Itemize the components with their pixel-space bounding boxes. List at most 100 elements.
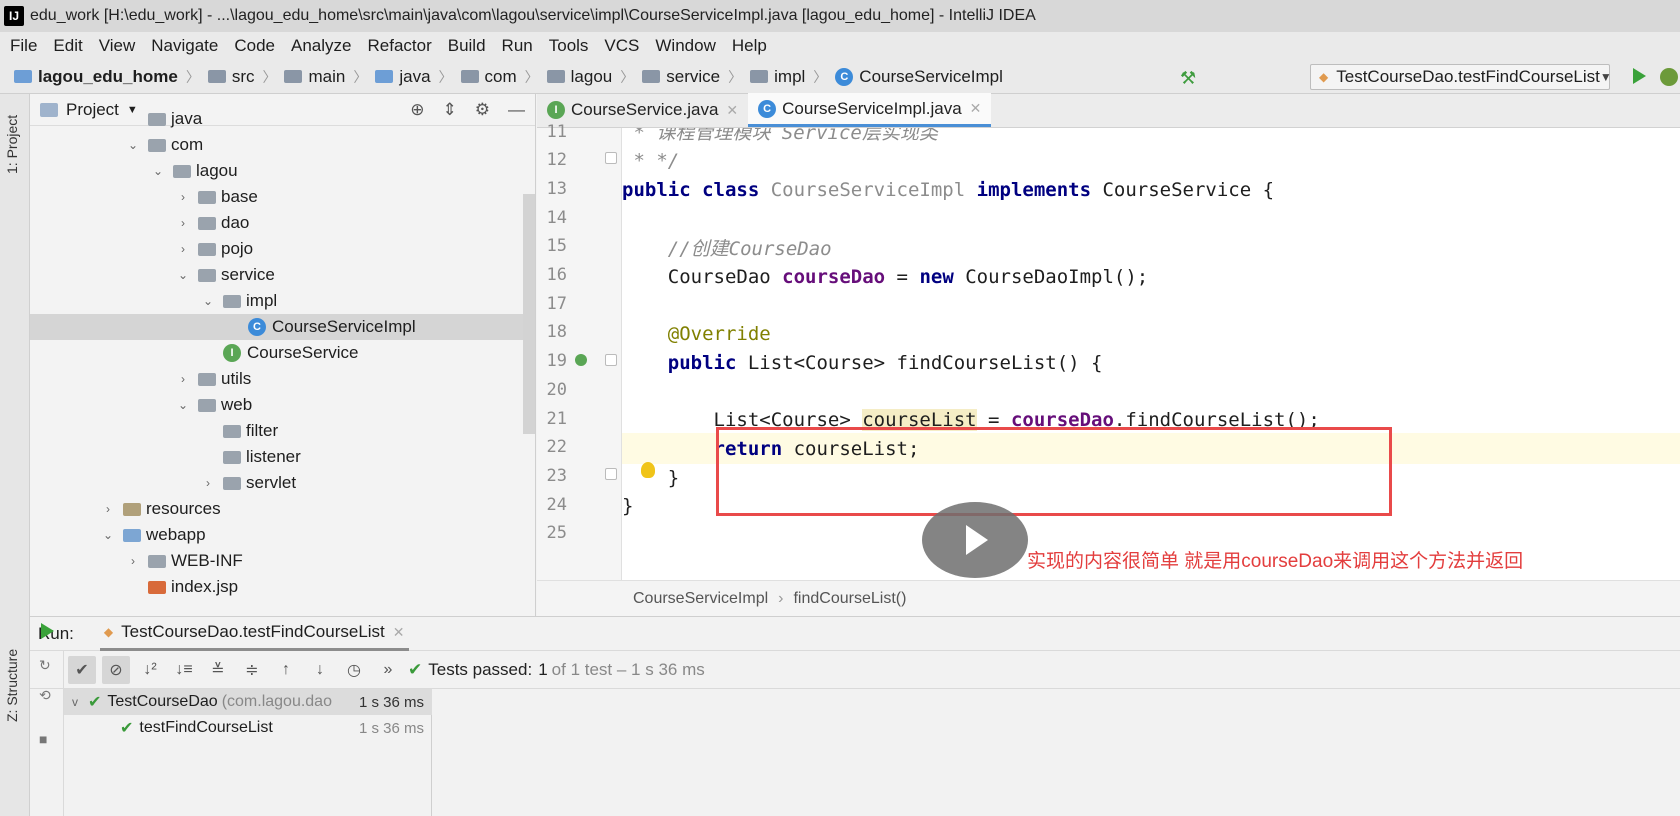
nav-crumb-main[interactable]: main 〉 <box>284 67 375 87</box>
chevron-down-icon[interactable]: ⌄ <box>176 268 190 282</box>
debug-bug-icon[interactable] <box>1660 68 1678 86</box>
tree-item-dao[interactable]: › dao <box>30 210 524 236</box>
line-number: 24 <box>546 494 567 515</box>
toggle-auto-test-icon[interactable]: ⟲ <box>39 687 55 703</box>
chevron-right-icon[interactable]: › <box>176 372 190 386</box>
rerun-failed-icon[interactable]: ↻ <box>39 657 55 673</box>
menu-file[interactable]: File <box>10 36 37 56</box>
tree-item-label: service <box>221 265 275 284</box>
run-play-icon[interactable] <box>1633 68 1646 84</box>
show-passed-icon[interactable]: ✔ <box>68 655 96 684</box>
chevron-right-icon[interactable]: › <box>176 242 190 256</box>
nav-crumb-project[interactable]: lagou_edu_home 〉 <box>14 67 208 87</box>
tree-item-lagou[interactable]: ⌄ lagou <box>30 158 524 184</box>
lightbulb-icon[interactable] <box>641 462 655 478</box>
tab-course-service-impl[interactable]: C CourseServiceImpl.java ✕ <box>748 93 992 127</box>
tree-item-java[interactable]: java <box>30 106 524 132</box>
tree-item-base[interactable]: › base <box>30 184 524 210</box>
sort-duration-icon[interactable]: ↓≡ <box>170 656 198 684</box>
tree-item-web[interactable]: ⌄ web <box>30 392 524 418</box>
collapse-all-icon[interactable]: ≑ <box>238 656 266 684</box>
menu-view[interactable]: View <box>99 36 136 56</box>
nav-crumb-service[interactable]: service 〉 <box>642 67 750 87</box>
chevron-down-icon: ▼ <box>1599 70 1612 84</box>
chevron-right-icon[interactable]: › <box>201 476 215 490</box>
chevron-right-icon[interactable]: › <box>126 554 140 568</box>
fold-marker-icon[interactable] <box>605 354 617 366</box>
chevron-down-icon[interactable]: ⌄ <box>201 294 215 308</box>
project-scrollbar[interactable] <box>523 194 535 434</box>
menu-help[interactable]: Help <box>732 36 767 56</box>
test-history-icon[interactable]: ◷ <box>340 656 368 684</box>
chevron-right-icon[interactable]: › <box>176 216 190 230</box>
expand-all-icon[interactable]: ≚ <box>204 656 232 684</box>
nav-crumb-class[interactable]: C CourseServiceImpl <box>835 67 1003 87</box>
structure-tool-tab[interactable]: Z: Structure <box>4 649 20 722</box>
project-panel: Project ▼ ⊕ ⇕ ⚙ — java ⌄ com ⌄ lagou › base › da… <box>30 94 536 616</box>
chevron-down-icon[interactable]: ⌄ <box>176 398 190 412</box>
show-ignored-icon[interactable]: ⊘ <box>102 655 130 684</box>
chevron-right-icon[interactable]: › <box>176 190 190 204</box>
tab-course-service[interactable]: I CourseService.java ✕ <box>537 93 748 127</box>
fold-marker-icon[interactable] <box>605 468 617 480</box>
nav-crumb-impl[interactable]: impl 〉 <box>750 67 835 87</box>
test-row-class[interactable]: v ✔ TestCourseDao (com.lagou.dao 1 s 36 … <box>64 689 432 715</box>
previous-failed-icon[interactable]: ↑ <box>272 656 300 684</box>
test-row-method[interactable]: ✔ testFindCourseList 1 s 36 ms <box>64 715 432 741</box>
folder-icon <box>198 190 216 204</box>
menu-tools[interactable]: Tools <box>549 36 589 56</box>
tree-item-service[interactable]: ⌄ service <box>30 262 524 288</box>
chevron-down-icon[interactable]: ⌄ <box>101 528 115 542</box>
nav-crumb-lagou[interactable]: lagou 〉 <box>546 67 643 87</box>
project-tool-tab[interactable]: 1: Project <box>4 115 20 174</box>
chevron-down-icon[interactable]: v <box>72 695 78 709</box>
menu-code[interactable]: Code <box>234 36 275 56</box>
tree-item-resources[interactable]: › resources <box>30 496 524 522</box>
close-icon[interactable]: ✕ <box>726 102 738 119</box>
nav-crumb-com[interactable]: com 〉 <box>460 67 547 87</box>
tree-item-label: com <box>171 135 204 154</box>
tree-item-pojo[interactable]: › pojo <box>30 236 524 262</box>
run-configuration-select[interactable]: ◆ TestCourseDao.testFindCourseList ▼ <box>1310 64 1612 90</box>
tree-item-index-jsp[interactable]: index.jsp <box>30 574 524 600</box>
menu-refactor[interactable]: Refactor <box>367 36 431 56</box>
breadcrumb-class[interactable]: CourseServiceImpl <box>633 590 768 608</box>
nav-crumb-src[interactable]: src 〉 <box>207 67 285 87</box>
menu-vcs[interactable]: VCS <box>604 36 639 56</box>
tree-item-webapp[interactable]: ⌄ webapp <box>30 522 524 548</box>
close-icon[interactable]: ✕ <box>970 100 982 117</box>
tree-item-listener[interactable]: listener <box>30 444 524 470</box>
tree-item-courseservice[interactable]: I CourseService <box>30 340 524 366</box>
stop-icon[interactable]: ■ <box>39 731 55 747</box>
tree-item-impl[interactable]: ⌄ impl <box>30 288 524 314</box>
tree-item-com[interactable]: ⌄ com <box>30 132 524 158</box>
tree-item-web-inf[interactable]: › WEB-INF <box>30 548 524 574</box>
menu-run[interactable]: Run <box>502 36 533 56</box>
chevron-down-icon[interactable]: ⌄ <box>151 164 165 178</box>
rerun-play-icon[interactable] <box>41 623 54 639</box>
chevron-down-icon[interactable]: ⌄ <box>126 138 140 152</box>
video-subtitle: 实现的内容很简单 就是用courseDao来调用这个方法并返回 <box>1027 551 1524 572</box>
menu-navigate[interactable]: Navigate <box>151 36 218 56</box>
breadcrumb-method[interactable]: findCourseList() <box>793 590 906 608</box>
folder-icon <box>223 476 241 490</box>
build-hammer-icon[interactable]: ⚒ <box>1180 68 1200 88</box>
tree-item-filter[interactable]: filter <box>30 418 524 444</box>
tree-item-courseserviceimpl[interactable]: C CourseServiceImpl <box>30 314 524 340</box>
next-failed-icon[interactable]: ↓ <box>306 656 334 684</box>
menu-analyze[interactable]: Analyze <box>291 36 351 56</box>
menu-build[interactable]: Build <box>448 36 486 56</box>
more-icon[interactable]: » <box>374 656 402 684</box>
implements-method-icon[interactable] <box>575 354 587 366</box>
close-icon[interactable]: ✕ <box>393 624 405 641</box>
menu-edit[interactable]: Edit <box>53 36 82 56</box>
tree-item-servlet[interactable]: › servlet <box>30 470 524 496</box>
fold-marker-icon[interactable] <box>605 152 617 164</box>
tree-item-utils[interactable]: › utils <box>30 366 524 392</box>
menu-window[interactable]: Window <box>655 36 715 56</box>
sort-alpha-icon[interactable]: ↓² <box>136 656 164 684</box>
run-tab[interactable]: ◆ TestCourseDao.testFindCourseList ✕ <box>99 617 409 651</box>
video-play-button[interactable] <box>922 502 1028 578</box>
chevron-right-icon[interactable]: › <box>101 502 115 516</box>
nav-crumb-java[interactable]: java 〉 <box>375 67 460 87</box>
